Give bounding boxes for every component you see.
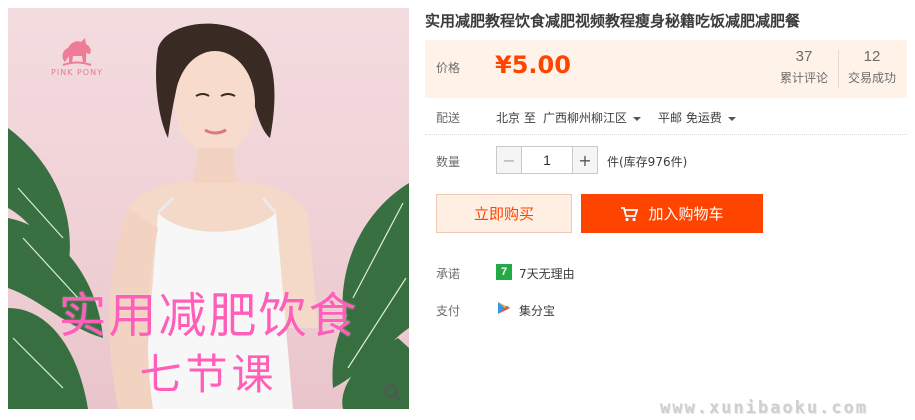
quantity-input[interactable]: 1: [522, 146, 572, 174]
seven-day-return-icon: 7: [496, 264, 512, 280]
brand-name: PINK PONY: [51, 68, 103, 77]
pony-icon: [62, 38, 92, 66]
payment-method[interactable]: 集分宝: [519, 302, 555, 319]
chevron-down-icon: [633, 116, 642, 121]
review-count-stat[interactable]: 37 累计评论: [771, 48, 837, 86]
sales-count-label: 交易成功: [847, 71, 896, 85]
price-value: ¥5.00: [495, 51, 571, 79]
cart-icon: [621, 206, 639, 221]
shipping-method: 平邮 免运费: [658, 111, 722, 125]
delivery-destination-select[interactable]: 广西柳州柳江区: [543, 109, 642, 126]
promo-subtitle: 七节课: [139, 350, 278, 399]
increase-quantity-button[interactable]: +: [572, 146, 598, 174]
delivery-destination: 广西柳州柳江区: [543, 111, 628, 125]
price-panel: 价格 ¥5.00 37 累计评论 12 交易成功: [425, 40, 907, 98]
product-detail-page: PINK PONY 实用减肥饮食 七节课 实用减肥教程饮食减肥视频教程瘦身秘籍吃…: [0, 0, 915, 420]
stock-info: 件(库存976件): [607, 155, 688, 169]
add-to-cart-label: 加入购物车: [648, 205, 724, 223]
product-main-image[interactable]: PINK PONY 实用减肥饮食 七节课: [8, 8, 409, 409]
review-count: 37: [795, 48, 813, 65]
sales-count-stat[interactable]: 12 交易成功: [839, 48, 905, 86]
delivery-label: 配送: [436, 111, 461, 125]
quantity-label: 数量: [436, 155, 461, 169]
price-label: 价格: [436, 61, 461, 75]
site-watermark: www.xunibaoku.com: [660, 398, 868, 418]
promise-label: 承诺: [436, 267, 461, 281]
brand-logo: PINK PONY: [42, 36, 112, 77]
payment-label: 支付: [436, 304, 461, 318]
quantity-stepper: − 1 +: [496, 146, 598, 174]
promise-text[interactable]: 7天无理由: [519, 265, 575, 282]
magnifier-icon[interactable]: [383, 383, 403, 403]
divider: [425, 134, 907, 135]
jifenbao-icon: [498, 302, 510, 314]
promo-title: 实用减肥饮食: [58, 288, 359, 344]
buy-now-button[interactable]: 立即购买: [436, 194, 572, 233]
delivery-origin: 北京 至: [496, 111, 536, 125]
add-to-cart-button[interactable]: 加入购物车: [581, 194, 763, 233]
decrease-quantity-button[interactable]: −: [496, 146, 522, 174]
shipping-method-select[interactable]: 平邮 免运费: [658, 109, 736, 126]
chevron-down-icon: [727, 116, 736, 121]
sales-count: 12: [863, 48, 881, 65]
product-title: 实用减肥教程饮食减肥视频教程瘦身秘籍吃饭减肥减肥餐: [425, 12, 801, 30]
buy-now-label: 立即购买: [473, 205, 534, 223]
review-count-label: 累计评论: [779, 71, 828, 85]
